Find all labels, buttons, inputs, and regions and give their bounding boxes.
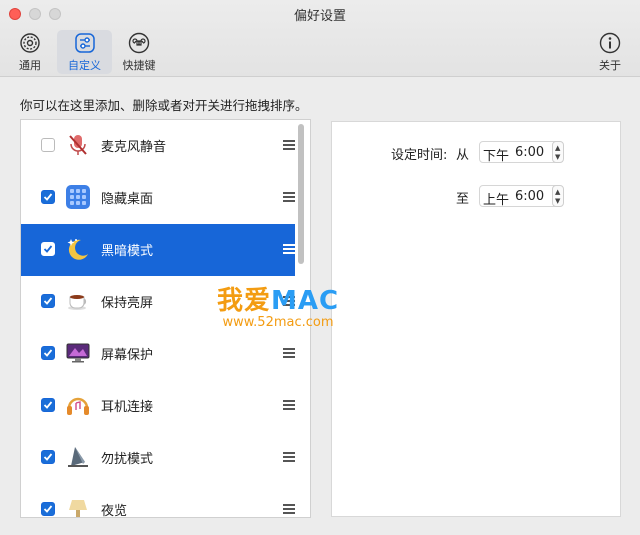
stepper-down-icon[interactable]: ▼: [555, 154, 560, 161]
window-title: 偏好设置: [293, 9, 346, 24]
toolbar: 偏好设置 通用 自定义 快捷键 关于: [0, 0, 640, 77]
checkbox[interactable]: [41, 502, 55, 516]
checkbox[interactable]: [41, 294, 55, 308]
list-item-headphones[interactable]: 耳机连接: [21, 380, 295, 432]
watermark-brand: 我爱MAC: [208, 280, 348, 317]
drag-handle[interactable]: [283, 140, 295, 150]
stepper-up-icon[interactable]: ▲: [555, 189, 560, 196]
from-time-stepper[interactable]: ▲ ▼: [552, 141, 564, 163]
stepper-down-icon[interactable]: ▼: [555, 198, 560, 205]
list-item-label: 麦克风静音: [101, 140, 167, 155]
command-key-icon: [128, 32, 150, 54]
watermark: 我爱MAC www.52mac.com: [208, 280, 348, 330]
list-scrollbar[interactable]: [298, 124, 304, 264]
drag-handle[interactable]: [283, 192, 295, 202]
list-item-dark-mode[interactable]: 黑暗模式: [21, 224, 295, 276]
watermark-brand-b: MAC: [270, 286, 340, 316]
drag-handle[interactable]: [283, 244, 295, 254]
desktop-grid-icon: [66, 185, 90, 209]
do-not-disturb-icon: [68, 447, 88, 467]
night-shift-icon: [69, 500, 87, 517]
watermark-url: www.52mac.com: [222, 315, 334, 330]
from-label: 从: [456, 148, 470, 163]
set-time-label: 设定时间:: [391, 148, 448, 163]
list-item-label: 夜览: [101, 504, 128, 518]
about-button[interactable]: 关于: [592, 30, 628, 74]
list-item-screensaver[interactable]: 屏幕保护: [21, 328, 295, 380]
tab-shortcuts-label: 快捷键: [122, 59, 156, 72]
drag-handle[interactable]: [283, 504, 295, 514]
stepper-up-icon[interactable]: ▲: [555, 145, 560, 152]
microphone-mute-icon: [69, 135, 87, 155]
list-item-label: 勿扰模式: [101, 452, 154, 467]
from-time: 6:00: [515, 145, 545, 160]
checkbox[interactable]: [41, 242, 55, 256]
list-item-label: 黑暗模式: [101, 244, 154, 259]
gear-icon: [20, 33, 40, 53]
tab-customize-label: 自定义: [68, 59, 101, 72]
checkbox[interactable]: [41, 450, 55, 464]
list-item-label: 隐藏桌面: [101, 192, 154, 207]
from-time-picker[interactable]: 下午 6:00 ▲ ▼: [479, 141, 564, 164]
screensaver-icon: [66, 343, 90, 363]
list-item-mic-mute[interactable]: 麦克风静音: [21, 120, 295, 172]
instruction-text: 你可以在这里添加、删除或者对开关进行拖拽排序。: [20, 98, 308, 113]
drag-handle[interactable]: [283, 452, 295, 462]
tab-shortcuts[interactable]: 快捷键: [116, 30, 162, 74]
moon-stars-icon: [67, 239, 88, 260]
watermark-brand-a: 我爱: [216, 286, 271, 316]
sliders-icon: [74, 33, 95, 53]
from-ampm: 下午: [483, 149, 510, 164]
checkbox[interactable]: [41, 138, 55, 152]
to-time-picker[interactable]: 上午 6:00 ▲ ▼: [479, 185, 564, 208]
drag-handle[interactable]: [283, 348, 295, 358]
list-item-hide-desktop[interactable]: 隐藏桌面: [21, 172, 295, 224]
list-item-night-shift[interactable]: 夜览: [21, 484, 295, 518]
info-icon: [599, 32, 621, 54]
list-item-label: 保持亮屏: [101, 296, 154, 311]
list-item-do-not-disturb[interactable]: 勿扰模式: [21, 432, 295, 484]
coffee-cup-icon: [68, 295, 87, 310]
checkbox[interactable]: [41, 346, 55, 360]
about-label: 关于: [599, 59, 621, 72]
to-ampm: 上午: [483, 193, 510, 208]
drag-handle[interactable]: [283, 400, 295, 410]
to-time-stepper[interactable]: ▲ ▼: [552, 185, 564, 207]
to-time: 6:00: [515, 189, 545, 204]
preferences-window: 偏好设置 通用 自定义 快捷键 关于 你可以在这里添加、删除或者对开关进行拖拽排…: [0, 0, 640, 535]
headphones-icon: [67, 397, 89, 415]
tab-general-label: 通用: [19, 59, 41, 72]
to-label: 至: [456, 192, 470, 207]
checkbox[interactable]: [41, 398, 55, 412]
list-item-label: 耳机连接: [101, 400, 154, 415]
tab-customize[interactable]: 自定义: [57, 30, 112, 74]
list-item-label: 屏幕保护: [101, 348, 154, 363]
schedule-panel: 设定时间: 从 下午 6:00 ▲ ▼ 至 上午 6:00 ▲ ▼: [331, 121, 621, 517]
checkbox[interactable]: [41, 190, 55, 204]
tab-general[interactable]: 通用: [8, 30, 52, 74]
